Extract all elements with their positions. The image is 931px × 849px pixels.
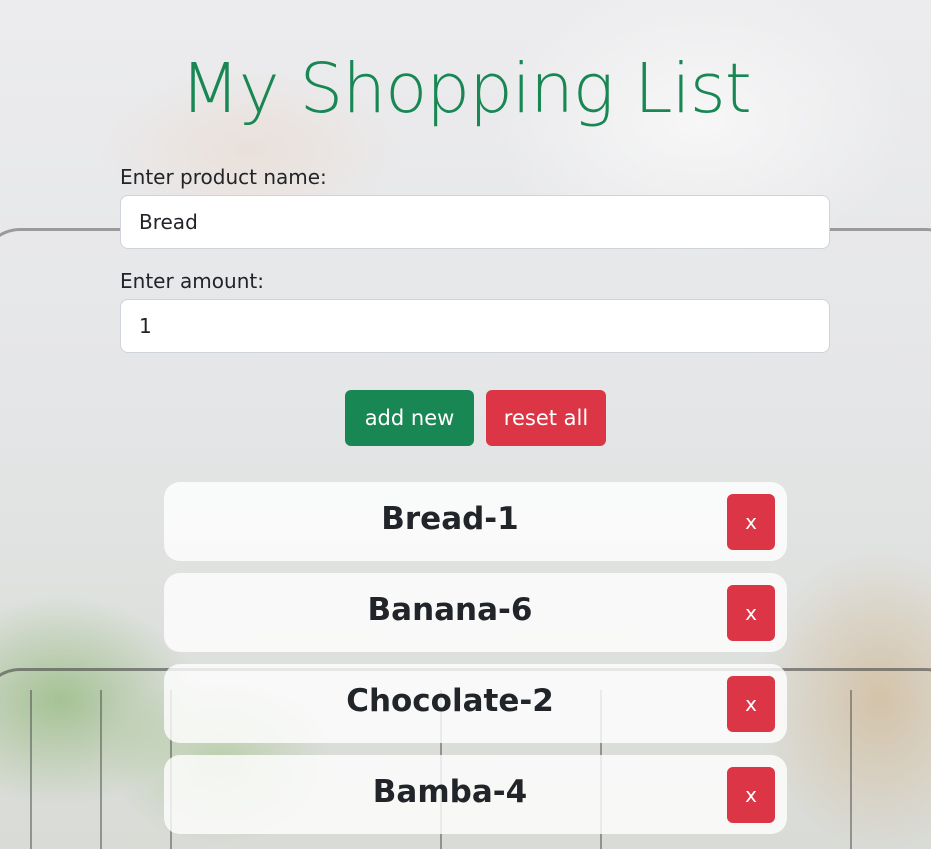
delete-item-button[interactable]: x: [727, 585, 775, 641]
list-item-label: Bamba-4: [372, 774, 528, 810]
list-item-label: Banana-6: [367, 592, 533, 628]
list-item: Chocolate-2 x: [164, 664, 787, 743]
reset-all-button[interactable]: reset all: [486, 390, 606, 446]
product-name-input[interactable]: [120, 195, 830, 249]
amount-label: Enter amount:: [120, 269, 264, 293]
shopping-list: Bread-1 x Banana-6 x Chocolate-2 x Bamba…: [164, 482, 787, 846]
delete-item-button[interactable]: x: [727, 767, 775, 823]
page-title: My Shopping List: [180, 49, 752, 129]
list-item: Bread-1 x: [164, 482, 787, 561]
product-name-label: Enter product name:: [120, 165, 327, 189]
amount-input[interactable]: [120, 299, 830, 353]
list-item: Banana-6 x: [164, 573, 787, 652]
delete-item-button[interactable]: x: [727, 494, 775, 550]
list-item-label: Bread-1: [381, 501, 519, 537]
add-new-button[interactable]: add new: [345, 390, 474, 446]
delete-item-button[interactable]: x: [727, 676, 775, 732]
list-item: Bamba-4 x: [164, 755, 787, 834]
app-container: My Shopping List Enter product name: Ent…: [0, 0, 931, 849]
list-item-label: Chocolate-2: [346, 683, 554, 719]
